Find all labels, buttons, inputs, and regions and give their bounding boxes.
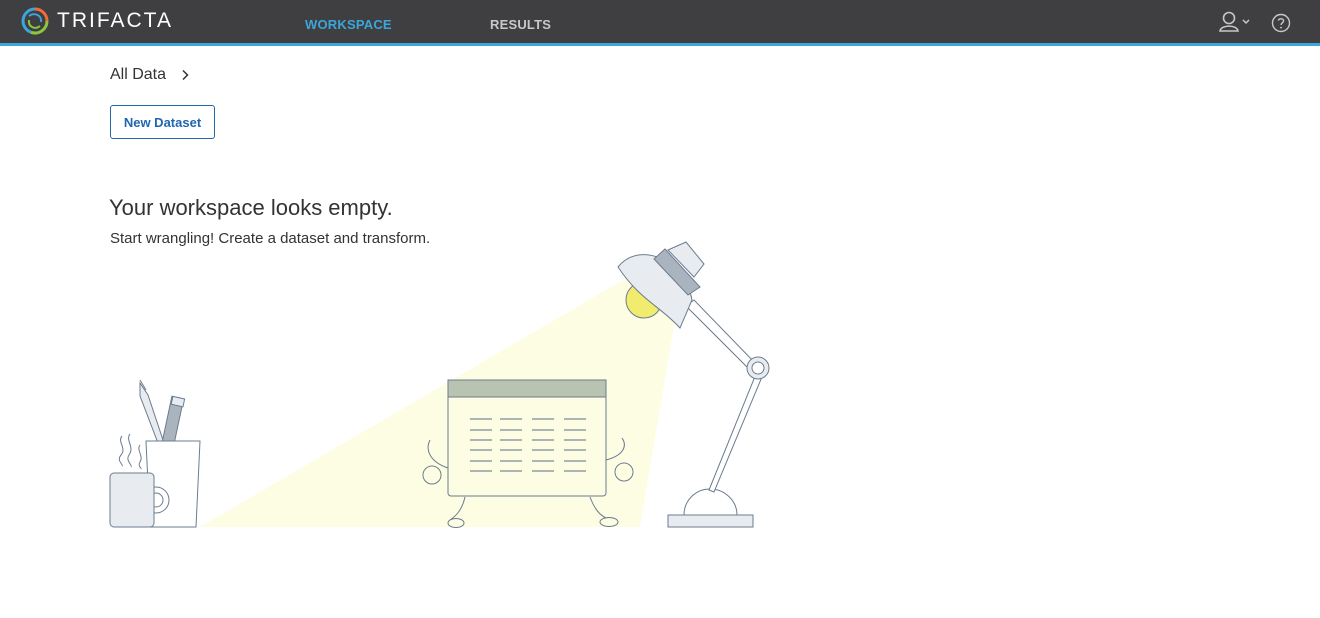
light-beam [200,270,680,527]
desk-lamp-illustration [109,241,770,528]
